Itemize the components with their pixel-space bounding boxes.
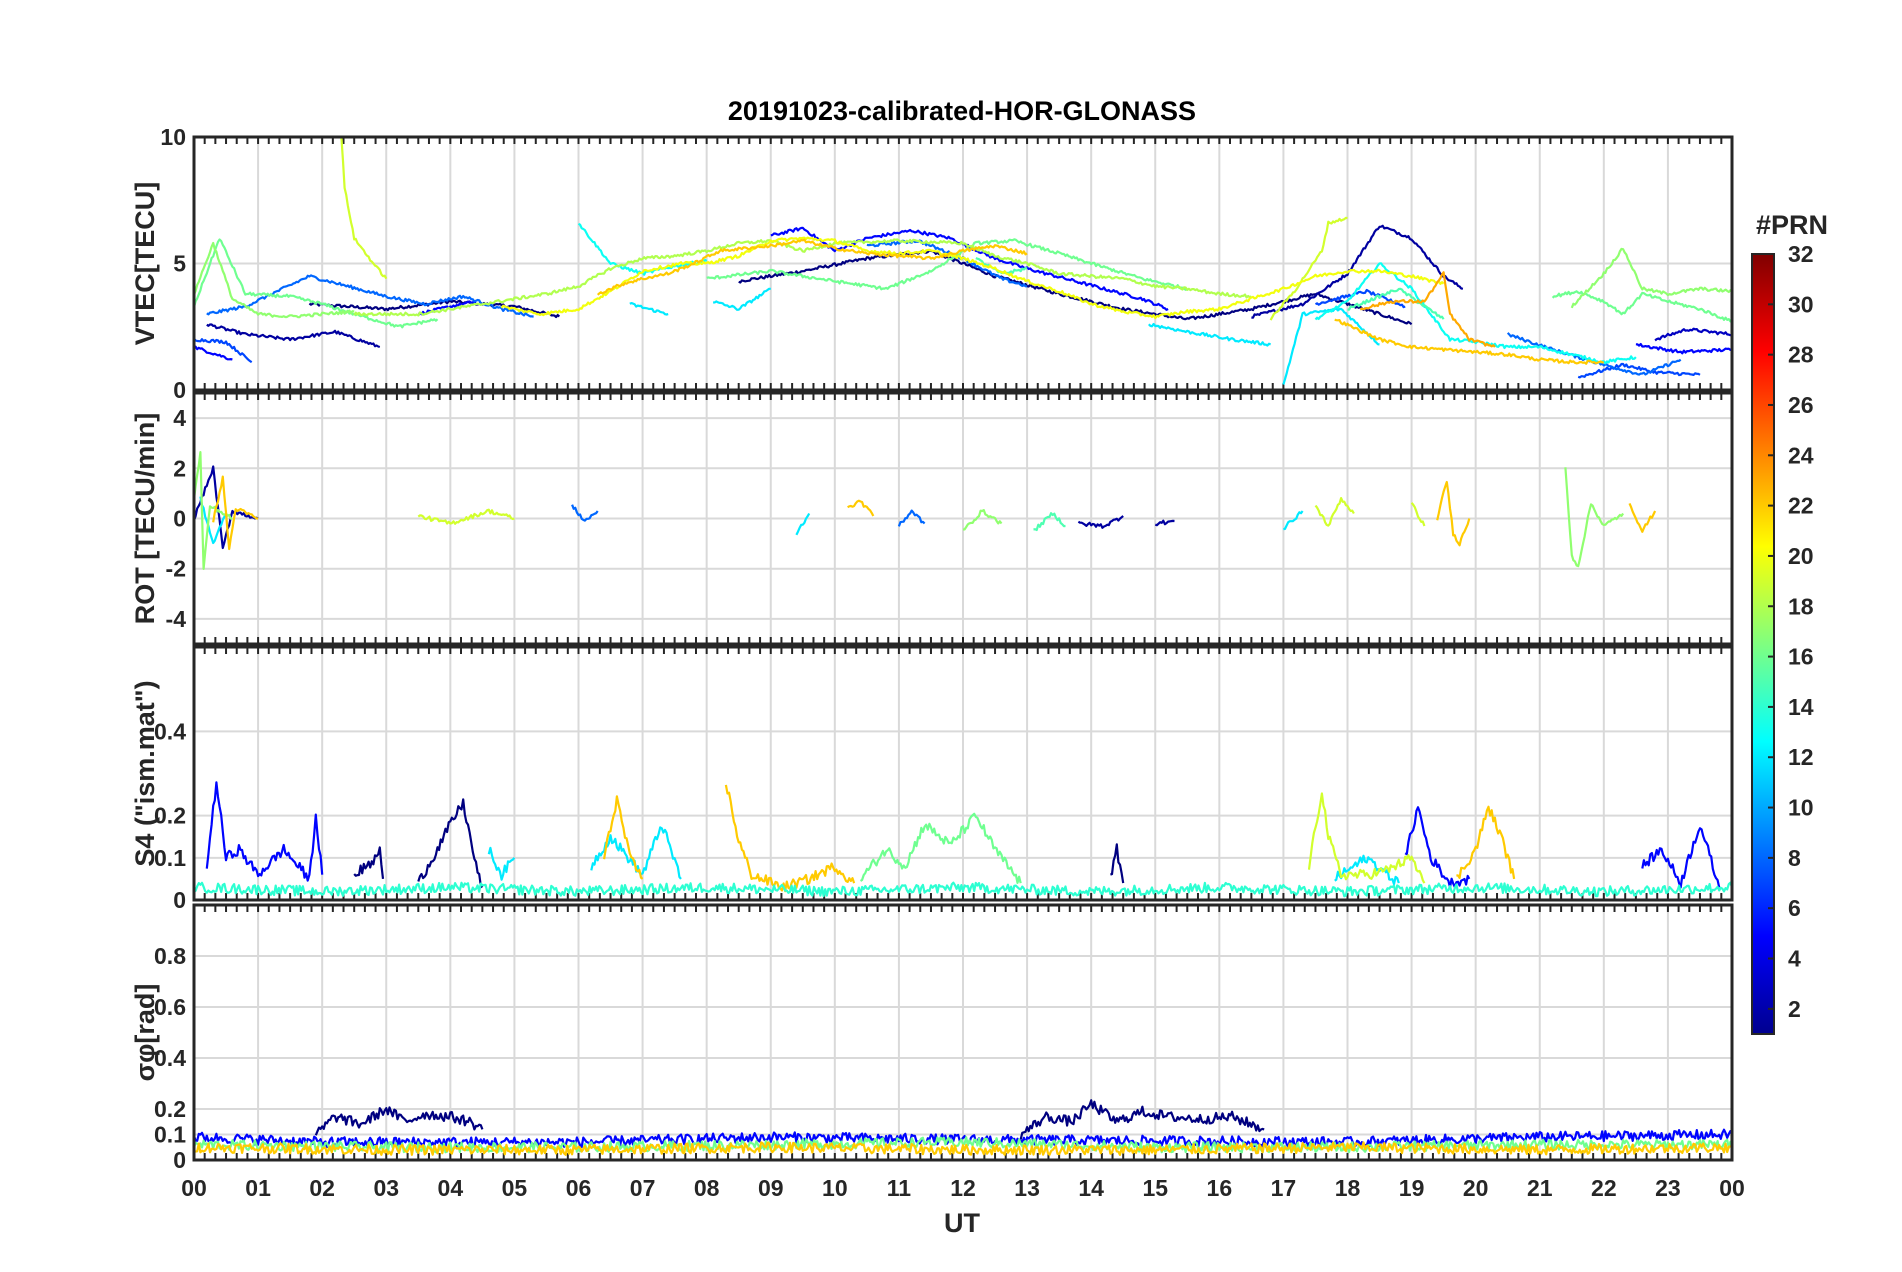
colorbar-tick-label: 10 [1788,795,1814,821]
series-line-prn-12-vtec-seg2 [1147,322,1272,347]
colorbar-tick-label: 2 [1788,996,1801,1022]
x-tick-label: 16 [1207,1175,1233,1201]
colorbar-tick-label: 16 [1788,644,1814,670]
x-tick-label: 22 [1591,1175,1617,1201]
colorbar-tick-label: 28 [1788,342,1814,368]
colorbar-tick-label: 18 [1788,593,1814,619]
y-tick-label: 2 [173,455,186,481]
colorbar-tick-label: 4 [1788,946,1801,972]
series-line-prn-5-vtec-seg3 [1635,342,1733,355]
series-line-prn-22-rot-seg1 [847,499,875,517]
y-tick-label: 0.1 [154,1122,186,1148]
x-axis-title: UT [944,1208,980,1238]
y-tick-label: 10 [160,124,186,150]
series-line-prn-12-vtec-seg3 [1282,307,1380,385]
x-tick-label: 02 [309,1175,335,1201]
figure: 20191023-calibrated-HOR-GLONASS 0510VTEC… [130,96,1828,1238]
x-tick-label: 00 [1719,1175,1745,1201]
series-line-prn-2-vtec-seg0 [206,323,381,349]
colorbar: #PRN 2468101214161820222426283032 [1751,210,1828,1035]
x-tick-label: 03 [373,1175,399,1201]
chart-title: 20191023-calibrated-HOR-GLONASS [728,96,1196,126]
x-tick-label: 08 [694,1175,720,1201]
x-tick-label: 20 [1463,1175,1489,1201]
series-line-prn-2-rot-seg2 [1154,519,1175,527]
panel-sigma_phi: 00.10.20.40.60.8σφ[rad] [130,903,1734,1173]
colorbar-tick-label: 8 [1788,845,1801,871]
series-line-prn-19-vtec-seg1 [1269,216,1348,321]
series-line-prn-16-s4-seg0 [859,812,1022,885]
colorbar-tick-label: 24 [1788,442,1814,468]
series-line-prn-5-s4-seg0 [205,781,324,882]
series-line-prn-19-vtec-seg0 [340,137,388,280]
series-line-prn-17-rot-seg1 [1564,467,1625,568]
colorbar-tick-label: 20 [1788,543,1814,569]
series-line-prn-12-rot-seg1 [795,512,811,536]
series-line-prn-19-rot-seg0 [417,508,515,525]
x-tick-label: 12 [950,1175,976,1201]
x-tick-label: 15 [1142,1175,1168,1201]
series-line-prn-1-sigma_phi-seg0 [314,1106,484,1136]
x-tick-label: 01 [245,1175,271,1201]
y-tick-label: 0.8 [154,943,186,969]
y-tick-label: -2 [166,556,186,582]
series-line-prn-1-s4-seg0 [353,846,385,880]
y-tick-label: 4 [173,405,186,431]
series-line-prn-22-s4-seg2 [1456,805,1516,880]
series-line-prn-8-vtec-seg2 [1506,332,1682,376]
x-tick-label: 10 [822,1175,848,1201]
panel-s4: 00.10.20.4S4 ("ism.mat") [130,645,1734,913]
colorbar-tick-label: 14 [1788,694,1814,720]
y-tick-label: 0 [173,1147,186,1173]
x-tick-label: 21 [1527,1175,1553,1201]
x-tick-label: 17 [1271,1175,1297,1201]
x-tick-label: 18 [1335,1175,1361,1201]
y-tick-label: 0 [173,377,186,403]
colorbar-tick-label: 12 [1788,744,1814,770]
series-line-prn-12-rot-seg2 [1283,510,1304,531]
series-line-prn-12-s4-seg0 [487,846,516,881]
x-tick-label: 00 [181,1175,207,1201]
series-line-prn-1-s4-seg2 [1110,843,1125,884]
colorbar-title: #PRN [1756,210,1828,240]
x-tick-label: 19 [1399,1175,1425,1201]
y-axis-title-vtec: VTEC[TECU] [130,182,160,346]
series-line-prn-16-vtec-seg2 [1551,290,1733,323]
y-axis-title-sigma_phi: σφ[rad] [130,984,160,1082]
x-tick-label: 07 [630,1175,656,1201]
series-line-prn-19-rot-seg2 [1410,502,1426,527]
x-tick-label: 23 [1655,1175,1681,1201]
x-tick-label: 04 [438,1175,464,1201]
x-tick-label: 05 [502,1175,528,1201]
y-tick-label: 0 [173,506,186,532]
colorbar-tick-label: 6 [1788,895,1801,921]
x-tick-label: 14 [1078,1175,1104,1201]
y-axis-title-s4: S4 ("ism.mat") [130,680,160,866]
x-tick-label: 09 [758,1175,784,1201]
colorbar-tick-label: 26 [1788,392,1814,418]
series-line-prn-3-vtec-seg0 [1654,327,1733,342]
y-tick-label: 5 [173,251,186,277]
panel-rot: -4 -2 0 2 4 ROT [TECU/min] [130,391,1734,646]
colorbar-tick-label: 22 [1788,493,1814,519]
colorbar-tick-label: 32 [1788,241,1814,267]
y-tick-label: 0 [173,887,186,913]
x-tick-label: 06 [566,1175,592,1201]
series-line-prn-16-vtec-seg1 [706,238,1188,291]
x-tick-label: 13 [1014,1175,1040,1201]
series-line-prn-12-vtec-seg0 [629,302,669,316]
series-line-prn-12-vtec-seg1 [713,287,771,311]
colorbar-tick-label: 30 [1788,291,1814,317]
y-tick-label: -4 [166,606,187,632]
y-tick-label: 0.2 [154,1096,186,1122]
colorbar-gradient [1751,253,1775,1035]
series-line-prn-17-rot-seg2 [962,509,1003,531]
series-line-prn-15-rot-seg0 [1033,512,1066,532]
series-line-prn-22-rot-seg2 [1436,480,1471,547]
series-line-prn-5-vtec-seg0 [193,345,233,361]
y-axis-title-rot: ROT [TECU/min] [130,413,160,624]
series-line-prn-19-s4-seg0 [1307,792,1426,884]
panel-vtec: 0 5 10 VTEC[TECU] [130,124,1734,403]
x-tick-label: 11 [887,1175,912,1201]
